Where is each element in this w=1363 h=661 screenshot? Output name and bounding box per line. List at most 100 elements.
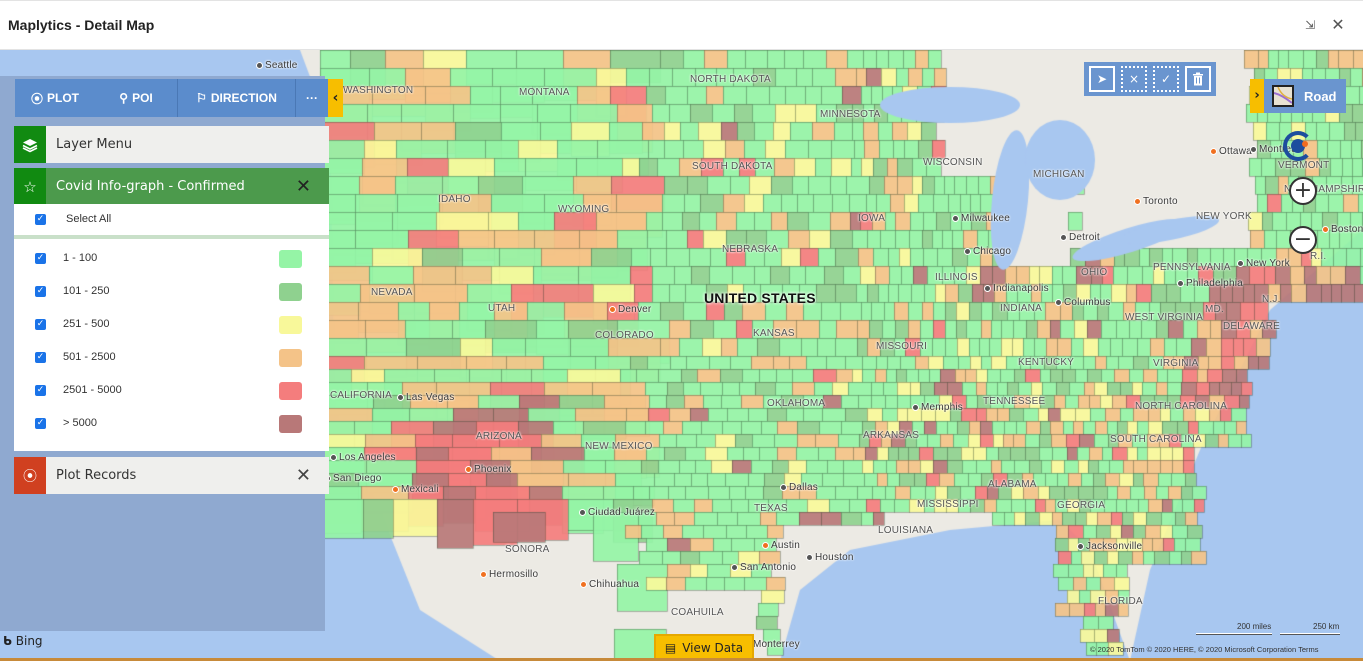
state-label: IOWA [858,213,886,224]
city-label: Los Angeles [330,452,396,463]
legend-swatch [279,283,302,301]
state-label: INDIANA [1000,303,1042,314]
close-plot-records-icon[interactable]: ✕ [296,465,311,486]
more-button[interactable]: ··· [295,79,328,117]
state-label: COAHUILA [671,607,724,618]
state-label: KENTUCKY [1018,357,1075,368]
state-label: NEBRASKA [722,244,779,255]
city-label: Memphis [912,402,963,413]
confirm-selection-icon[interactable]: ✓ [1153,66,1179,92]
covid-layer-header[interactable]: ☆ Covid Info-graph - Confirmed ✕ [14,168,329,205]
legend-label: 501 - 2500 [63,351,116,363]
bing-label: Bing [15,634,43,648]
legend-label: 101 - 250 [63,285,110,297]
window-titlebar: Maplytics - Detail Map ⇲ ✕ [0,0,1363,50]
state-label: NEVADA [371,287,413,298]
zoom-in-button[interactable]: + [1289,177,1317,205]
state-label: SONORA [505,544,550,555]
plot-records-label: Plot Records [56,468,137,483]
state-label: PENNSYLVANIA [1153,262,1231,273]
country-label: UNITED STATES [704,290,816,306]
state-label: VIRGINIA [1153,358,1199,369]
city-label: Chihuahua [580,579,639,590]
city-label: San Antonio [731,562,796,573]
legend-panel: ✓ Select All ✓ 1 - 100 ✓ 101 - 250 ✓ 251 - 50… [14,204,329,451]
legend-swatch [279,316,302,334]
state-label: WYOMING [558,204,610,215]
city-label: Houston [806,552,854,563]
city-label: Indianapolis [984,283,1049,294]
legend-label: 2501 - 5000 [63,384,122,396]
state-label: WISCONSIN [923,157,983,168]
legend-swatch [279,250,302,268]
legend-label: > 5000 [63,417,97,429]
city-label: Detroit [1060,232,1100,243]
legend-checkbox[interactable]: ✓ [35,286,46,297]
city-label: Ottawa [1210,146,1252,157]
city-label: Philadelphia [1177,278,1243,289]
state-label: MONTANA [519,87,570,98]
direction-label: DIRECTION [210,91,277,105]
collapse-panel-button[interactable]: ‹ [328,79,343,117]
maplytics-logo-icon [1283,131,1313,161]
legend-checkbox[interactable]: ✓ [35,253,46,264]
close-icon[interactable]: ✕ [1328,15,1348,35]
state-label: MINNESOTA [820,109,881,120]
city-label: Milwaukee [952,213,1010,224]
city-label: Hermosillo [480,569,538,580]
city-label: New York [1237,258,1290,269]
restore-icon[interactable]: ⇲ [1300,15,1320,35]
city-label: Las Vegas [397,392,455,403]
star-icon: ☆ [14,168,46,205]
copyright-text: © 2020 TomTom © 2020 HERE, © 2020 Micros… [1090,645,1319,654]
legend-label: 1 - 100 [63,252,98,264]
state-label: UTAH [488,303,516,314]
direction-button[interactable]: ⚐ DIRECTION [177,79,295,117]
legend-label: 251 - 500 [63,318,110,330]
state-label: LOUISIANA [878,525,934,536]
clear-selection-icon[interactable]: × [1121,66,1147,92]
route-icon: ⚐ [196,91,207,105]
city-label: Toronto [1134,196,1178,207]
state-label: NEW MEXICO [585,441,653,452]
state-label: MISSISSIPPI [917,499,979,510]
close-covid-layer-icon[interactable]: ✕ [296,176,311,197]
view-data-button[interactable]: ▤ View Data [654,634,754,661]
legend-swatch [279,349,302,367]
top-toolbar: ⦿ PLOT ⚲ POI ⚐ DIRECTION ··· [15,79,328,117]
divider [14,235,329,239]
bing-icon: ᑲ [3,634,12,648]
state-label: COLORADO [595,330,654,341]
legend-checkbox[interactable]: ✓ [35,385,46,396]
state-label: OHIO [1081,267,1108,278]
poi-label: POI [132,91,153,105]
select-pointer-icon[interactable]: ➤ [1089,66,1115,92]
map-type-button[interactable]: › Road [1250,79,1346,113]
view-data-label: View Data [682,640,744,655]
city-label: Dallas [780,482,818,493]
state-label: ALABAMA [988,479,1037,490]
map-type-label: Road [1304,88,1337,104]
select-all-checkbox[interactable]: ✓ [35,214,46,225]
layer-menu-header[interactable]: Layer Menu [14,126,329,163]
plot-button[interactable]: ⦿ PLOT [15,79,95,117]
city-label: Seattle [256,60,298,71]
more-icon: ··· [306,91,318,105]
state-label: ILLINOIS [935,272,978,283]
layer-menu-label: Layer Menu [56,137,133,152]
plot-records-header[interactable]: ⦿ Plot Records ✕ [14,457,329,494]
pin-icon: ⦿ [30,91,43,106]
state-label: NORTH CAROLINA [1135,401,1228,412]
poi-button[interactable]: ⚲ POI [95,79,177,117]
road-map-thumbnail-icon [1272,85,1294,107]
legend-checkbox[interactable]: ✓ [35,352,46,363]
expand-chevron-icon: › [1250,79,1264,113]
legend-checkbox[interactable]: ✓ [35,418,46,429]
zoom-out-button[interactable]: − [1289,226,1317,254]
list-icon: ▤ [664,640,677,655]
layers-icon [14,126,46,163]
state-label: MD. [1205,304,1224,315]
state-label: N.J. [1262,294,1281,305]
delete-icon[interactable] [1185,66,1211,92]
legend-checkbox[interactable]: ✓ [35,319,46,330]
